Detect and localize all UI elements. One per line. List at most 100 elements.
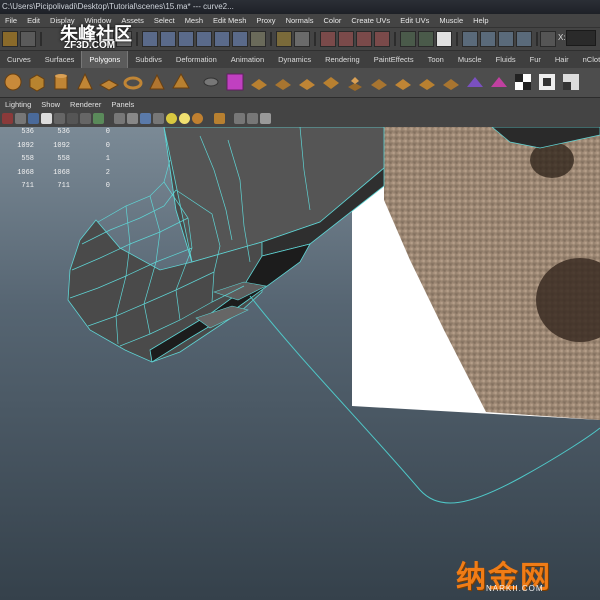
help-icon[interactable] [250, 31, 266, 47]
hud-value: 1092 [17, 141, 34, 150]
append-icon[interactable] [392, 71, 414, 93]
uv-editor-icon[interactable] [536, 71, 558, 93]
shadows-icon[interactable] [192, 113, 203, 124]
tab-polygons[interactable]: Polygons [81, 51, 129, 68]
panel-menu-lighting[interactable]: Lighting [0, 98, 36, 111]
separate-icon[interactable] [272, 71, 294, 93]
menu-proxy[interactable]: Proxy [251, 14, 280, 27]
tab-subdivs[interactable]: Subdivs [128, 51, 169, 68]
tab-muscle[interactable]: Muscle [451, 51, 489, 68]
extrude-icon[interactable] [344, 71, 366, 93]
tab-curves[interactable]: Curves [0, 51, 38, 68]
lock-icon[interactable] [276, 31, 292, 47]
tab-animation[interactable]: Animation [224, 51, 271, 68]
tab-fur[interactable]: Fur [523, 51, 548, 68]
tab-painteffects[interactable]: PaintEffects [367, 51, 421, 68]
highlight-icon[interactable] [294, 31, 310, 47]
extract-icon[interactable] [296, 71, 318, 93]
mask-icon[interactable] [196, 31, 212, 47]
film-gate-icon[interactable] [67, 113, 78, 124]
poly-cube-icon[interactable] [26, 71, 48, 93]
tab-deformation[interactable]: Deformation [169, 51, 224, 68]
split-icon[interactable] [416, 71, 438, 93]
menu-edit-mesh[interactable]: Edit Mesh [208, 14, 251, 27]
default-light-icon[interactable] [179, 113, 190, 124]
camera-icon[interactable] [2, 113, 13, 124]
xray-icon[interactable] [214, 113, 225, 124]
combine-icon[interactable] [248, 71, 270, 93]
panel-menu-renderer[interactable]: Renderer [65, 98, 106, 111]
bridge-icon[interactable] [368, 71, 390, 93]
snap-point-icon[interactable] [356, 31, 372, 47]
menu-select[interactable]: Select [149, 14, 180, 27]
wireframe-icon[interactable] [114, 113, 125, 124]
poly-sphere-icon[interactable] [2, 71, 24, 93]
image-plane-icon[interactable] [41, 113, 52, 124]
mask-icon[interactable] [142, 31, 158, 47]
perspective-viewport[interactable] [0, 127, 600, 600]
merge-icon[interactable] [464, 71, 486, 93]
smooth-icon[interactable] [320, 71, 342, 93]
uv-checker-icon[interactable] [512, 71, 534, 93]
snap-plane-icon[interactable] [374, 31, 390, 47]
tab-fluids[interactable]: Fluids [489, 51, 523, 68]
mask-icon[interactable] [232, 31, 248, 47]
tab-ncloth[interactable]: nCloth [576, 51, 600, 68]
panel-menu-show[interactable]: Show [36, 98, 65, 111]
save-scene-icon[interactable] [20, 31, 36, 47]
unfold-uv-icon[interactable] [560, 71, 582, 93]
input-mode-icon[interactable] [540, 31, 556, 47]
open-scene-icon[interactable] [2, 31, 18, 47]
grid-icon[interactable] [54, 113, 65, 124]
mask-icon[interactable] [160, 31, 176, 47]
text-icon[interactable] [93, 113, 104, 124]
snap-curve-icon[interactable] [338, 31, 354, 47]
menu-help[interactable]: Help [468, 14, 493, 27]
render-settings-icon[interactable] [498, 31, 514, 47]
wireframe-on-shaded-icon[interactable] [140, 113, 151, 124]
panel-menu-panels[interactable]: Panels [106, 98, 139, 111]
tab-dynamics[interactable]: Dynamics [271, 51, 318, 68]
poly-prism-icon[interactable] [146, 71, 168, 93]
mask-icon[interactable] [178, 31, 194, 47]
render-view-icon[interactable] [436, 31, 452, 47]
mask-icon[interactable] [214, 31, 230, 47]
x-value-field[interactable] [566, 30, 596, 46]
textured-icon[interactable] [153, 113, 164, 124]
poly-pyramid-icon[interactable] [170, 71, 192, 93]
snap-grid-icon[interactable] [320, 31, 336, 47]
insert-loop-icon[interactable] [440, 71, 462, 93]
ipr-render-icon[interactable] [480, 31, 496, 47]
menu-normals[interactable]: Normals [281, 14, 319, 27]
poly-pipe-icon[interactable] [200, 71, 222, 93]
construction-icon[interactable] [418, 31, 434, 47]
hypershade-icon[interactable] [516, 31, 532, 47]
high-quality-icon[interactable] [247, 113, 258, 124]
camera-attr-icon[interactable] [15, 113, 26, 124]
smooth-shade-icon[interactable] [127, 113, 138, 124]
isolate-select-icon[interactable] [234, 113, 245, 124]
menu-muscle[interactable]: Muscle [434, 14, 468, 27]
poly-cone-icon[interactable] [74, 71, 96, 93]
poly-plane-icon[interactable] [98, 71, 120, 93]
menu-file[interactable]: File [0, 14, 22, 27]
poly-cylinder-icon[interactable] [50, 71, 72, 93]
tab-surfaces[interactable]: Surfaces [38, 51, 82, 68]
menu-create-uvs[interactable]: Create UVs [346, 14, 395, 27]
poly-helix-icon[interactable] [224, 71, 246, 93]
tab-hair[interactable]: Hair [548, 51, 576, 68]
planar-map-icon[interactable] [488, 71, 510, 93]
render-icon[interactable] [462, 31, 478, 47]
history-icon[interactable] [400, 31, 416, 47]
bookmark-icon[interactable] [28, 113, 39, 124]
tab-toon[interactable]: Toon [421, 51, 451, 68]
resolution-gate-icon[interactable] [80, 113, 91, 124]
all-lights-icon[interactable] [166, 113, 177, 124]
menu-edit-uvs[interactable]: Edit UVs [395, 14, 434, 27]
poly-torus-icon[interactable] [122, 71, 144, 93]
tab-rendering[interactable]: Rendering [318, 51, 367, 68]
frame-icon[interactable] [260, 113, 271, 124]
menu-mesh[interactable]: Mesh [180, 14, 208, 27]
menu-edit[interactable]: Edit [22, 14, 45, 27]
menu-color[interactable]: Color [318, 14, 346, 27]
